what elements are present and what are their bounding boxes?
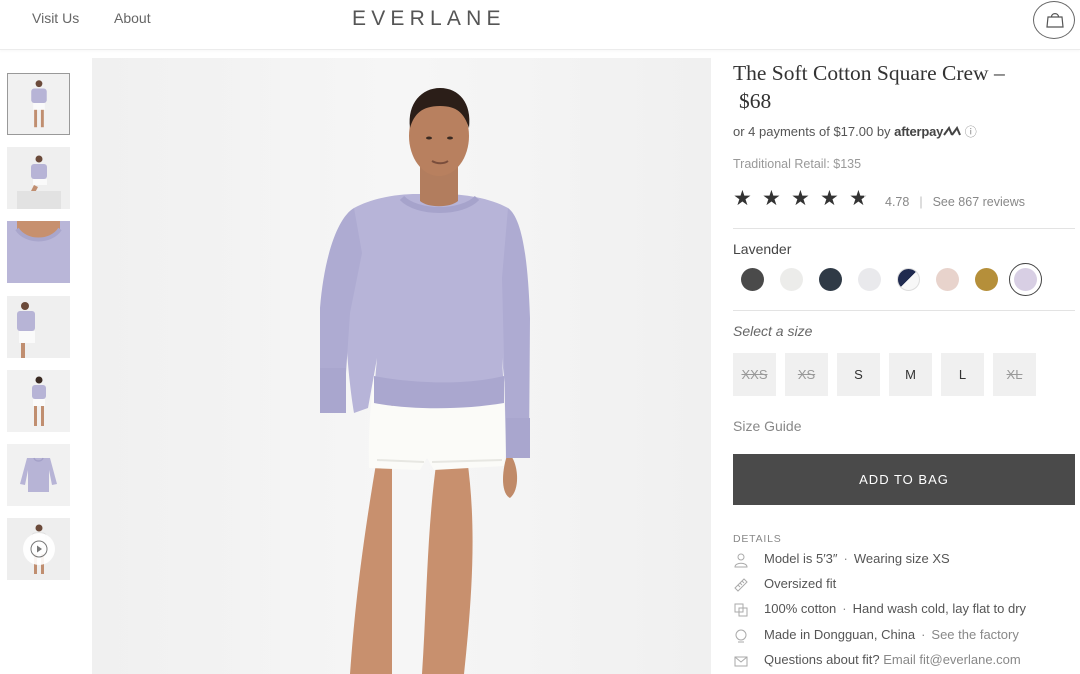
- person-icon: [734, 553, 748, 568]
- size-m-button[interactable]: M: [889, 353, 932, 396]
- divider: [733, 310, 1075, 311]
- color-swatch-navy[interactable]: [819, 268, 842, 291]
- email-fit-link[interactable]: Email fit@everlane.com: [883, 652, 1020, 667]
- color-swatch-blush[interactable]: [936, 268, 959, 291]
- star-icon: ★: [733, 187, 752, 210]
- size-guide-link[interactable]: Size Guide: [733, 418, 801, 434]
- divider: [733, 228, 1075, 229]
- afterpay-logo: afterpay: [894, 124, 944, 139]
- play-icon[interactable]: [23, 533, 55, 565]
- see-the-factory-link[interactable]: See the factory: [931, 627, 1018, 642]
- size-l-button[interactable]: L: [941, 353, 984, 396]
- main-product-image[interactable]: [92, 58, 711, 674]
- thumbnail-back[interactable]: [7, 370, 70, 432]
- product-price: $68: [739, 89, 772, 113]
- thumbnail-side[interactable]: [7, 296, 70, 358]
- detail-extra: Wearing size XS: [853, 551, 950, 566]
- product-title: The Soft Cotton Square Crew – $68: [733, 59, 1073, 115]
- mail-icon: [734, 656, 748, 667]
- thumbnail-image: [7, 444, 70, 506]
- globe-icon: [735, 629, 747, 643]
- nav-about[interactable]: About: [114, 10, 151, 26]
- details-heading: DETAILS: [733, 533, 782, 545]
- thumbnail-image: [7, 518, 70, 580]
- size-xxs-button[interactable]: XXS: [733, 353, 776, 396]
- info-icon[interactable]: ⓘ: [965, 125, 977, 139]
- color-swatch-bone[interactable]: [780, 268, 803, 291]
- nav-visit-us[interactable]: Visit Us: [32, 10, 79, 26]
- thumbnail-seated[interactable]: [7, 147, 70, 209]
- star-icon: ★: [791, 187, 810, 210]
- detail-text: Oversized fit: [764, 576, 837, 591]
- rating-separator: |: [919, 195, 923, 209]
- thumbnail-image: [7, 221, 70, 283]
- afterpay-line: or 4 payments of $17.00 by afterpay ⓘ: [733, 123, 977, 140]
- rating-summary: 4.78 | See 867 reviews: [885, 195, 1025, 209]
- size-s-button[interactable]: S: [837, 353, 880, 396]
- size-label: Select a size: [733, 323, 813, 339]
- detail-text: 100% cotton: [764, 601, 837, 616]
- ruler-icon: [734, 578, 748, 592]
- afterpay-arrows-icon: [943, 125, 962, 136]
- fabric-icon: [734, 603, 748, 617]
- color-swatch-charcoal[interactable]: [741, 268, 764, 291]
- detail-extra: Hand wash cold, lay flat to dry: [852, 601, 1027, 616]
- thumbnail-image: [7, 147, 70, 209]
- detail-text: Questions about fit?: [764, 652, 880, 667]
- color-swatch-light-grey[interactable]: [858, 268, 881, 291]
- add-to-bag-button[interactable]: ADD TO BAG: [733, 454, 1075, 505]
- thumbnail-flat-lay[interactable]: [7, 444, 70, 506]
- size-xl-button[interactable]: XL: [993, 353, 1036, 396]
- partial-star-icon: ★: [849, 187, 868, 210]
- rating-value: 4.78: [885, 195, 910, 209]
- reviews-link[interactable]: See 867 reviews: [933, 195, 1025, 209]
- bag-icon: [1046, 13, 1064, 28]
- traditional-retail-price: Traditional Retail: $135: [733, 157, 862, 171]
- product-title-text: The Soft Cotton Square Crew –: [733, 61, 1005, 85]
- thumbnail-image: [8, 74, 69, 134]
- thumbnail-neckline[interactable]: [7, 221, 70, 283]
- thumbnail-front[interactable]: [7, 73, 70, 135]
- thumbnail-video[interactable]: [7, 518, 70, 580]
- color-swatch-mustard[interactable]: [975, 268, 998, 291]
- cart-button[interactable]: [1033, 1, 1075, 39]
- star-icon: ★: [762, 187, 781, 210]
- thumbnail-image: [7, 296, 70, 358]
- thumbnail-image: [7, 370, 70, 432]
- selected-color-name: Lavender: [733, 241, 792, 257]
- color-swatch-navy-white[interactable]: [897, 268, 920, 291]
- afterpay-text: or 4 payments of $17.00 by: [733, 124, 891, 139]
- site-header: Visit Us About EVERLANE: [0, 0, 1080, 50]
- logo[interactable]: EVERLANE: [352, 7, 506, 31]
- detail-text: Model is 5′3″: [764, 551, 838, 566]
- star-icon: ★: [820, 187, 839, 210]
- size-xs-button[interactable]: XS: [785, 353, 828, 396]
- color-swatch-lavender[interactable]: [1014, 268, 1037, 291]
- detail-text: Made in Dongguan, China: [764, 627, 916, 642]
